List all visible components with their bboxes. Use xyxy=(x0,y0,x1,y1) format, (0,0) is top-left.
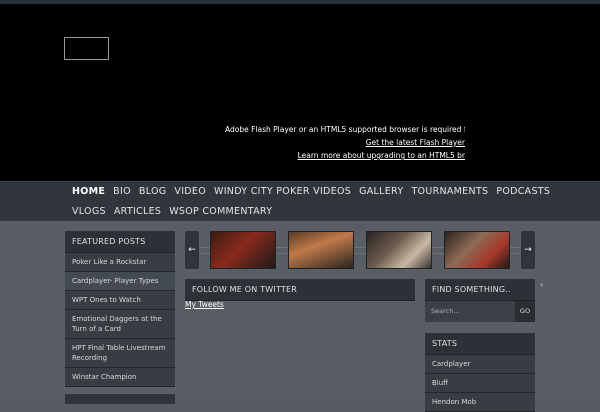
featured-post-item[interactable]: WPT Ones to Watch xyxy=(65,291,175,310)
player-placeholder-box xyxy=(64,37,109,60)
nav-gallery[interactable]: GALLERY xyxy=(355,182,407,202)
carousel-thumbnail[interactable] xyxy=(210,231,276,269)
nav-wsop-commentary[interactable]: WSOP COMMENTARY xyxy=(165,202,276,222)
search-panel-title: FIND SOMETHING.. xyxy=(425,279,535,301)
html5-info-link[interactable]: Learn more about upgrading to an HTML5 b… xyxy=(225,149,465,162)
carousel-thumbnail[interactable] xyxy=(444,231,510,269)
twitter-panel: FOLLOW ME ON TWITTER xyxy=(185,279,415,301)
stats-link[interactable]: Cardplayer xyxy=(425,355,535,374)
main-content: FEATURED POSTS Poker Like a Rockstar Car… xyxy=(0,221,600,412)
nav-blog[interactable]: BLOG xyxy=(135,182,171,202)
photo-carousel: ← → xyxy=(185,231,535,269)
nav-articles[interactable]: ARTICLES xyxy=(110,202,165,222)
twitter-panel-title: FOLLOW ME ON TWITTER xyxy=(185,279,415,301)
search-panel: FIND SOMETHING.. Search... GO xyxy=(425,279,535,322)
nav-video[interactable]: VIDEO xyxy=(170,182,210,202)
arrow-right-icon[interactable]: → xyxy=(521,231,535,269)
video-player[interactable]: Adobe Flash Player or an HTML5 supported… xyxy=(0,4,600,181)
nav-home[interactable]: HOME xyxy=(68,182,109,202)
search-go-button[interactable]: GO xyxy=(515,301,535,322)
featured-posts-panel: FEATURED POSTS Poker Like a Rockstar Car… xyxy=(65,231,175,387)
stats-link[interactable]: Bluff xyxy=(425,374,535,393)
stats-panel: STATS Cardplayer Bluff Hendon Mob xyxy=(425,333,535,412)
carousel-thumbnail[interactable] xyxy=(288,231,354,269)
my-tweets-link[interactable]: My Tweets xyxy=(185,300,224,309)
stats-panel-title: STATS xyxy=(425,333,535,355)
nav-vlogs[interactable]: VLOGS xyxy=(68,202,110,222)
flash-required-text: Adobe Flash Player or an HTML5 supported… xyxy=(225,125,465,134)
featured-post-item[interactable]: HPT Final Table Livestream Recording xyxy=(65,339,175,368)
featured-post-item[interactable]: Emotional Daggers at the Turn of a Card xyxy=(65,310,175,339)
nav-bio[interactable]: BIO xyxy=(109,182,135,202)
arrow-left-icon[interactable]: ← xyxy=(185,231,199,269)
nav-windy-city-poker-videos[interactable]: WINDY CITY POKER VIDEOS xyxy=(210,182,355,202)
asterisk-marker: * xyxy=(540,282,544,290)
get-flash-link[interactable]: Get the latest Flash Player xyxy=(225,136,465,149)
featured-posts-title: FEATURED POSTS xyxy=(65,231,175,253)
featured-post-item[interactable]: Poker Like a Rockstar xyxy=(65,253,175,272)
nav-podcasts[interactable]: PODCASTS xyxy=(492,182,554,202)
stats-link[interactable]: Hendon Mob xyxy=(425,393,535,412)
featured-post-item[interactable]: Cardplayer- Player Types xyxy=(65,272,175,291)
next-widget-panel xyxy=(65,394,175,404)
flash-message: Adobe Flash Player or an HTML5 supported… xyxy=(225,123,465,162)
main-nav: HOME BIO BLOG VIDEO WINDY CITY POKER VID… xyxy=(0,181,600,221)
search-input[interactable]: Search... xyxy=(425,301,515,322)
nav-tournaments[interactable]: TOURNAMENTS xyxy=(407,182,492,202)
carousel-thumbnail[interactable] xyxy=(366,231,432,269)
featured-post-item[interactable]: Winstar Champion xyxy=(65,368,175,387)
